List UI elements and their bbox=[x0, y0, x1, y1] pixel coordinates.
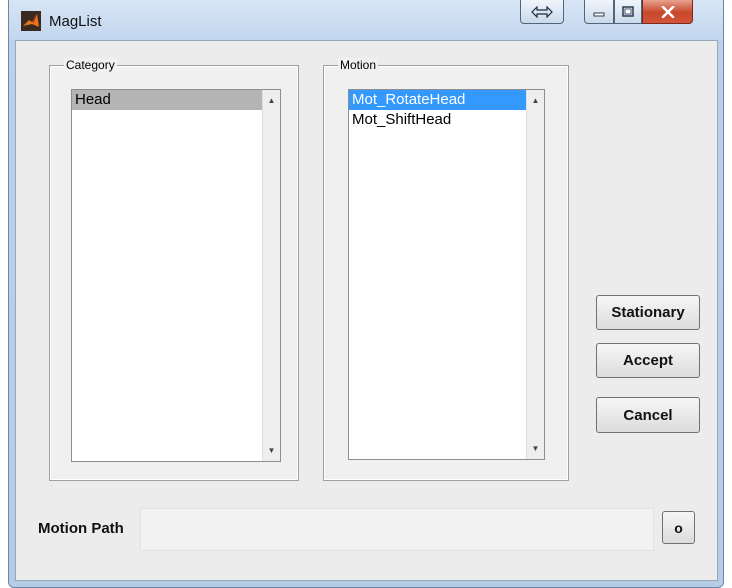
close-icon bbox=[661, 5, 674, 18]
close-button[interactable] bbox=[642, 0, 693, 24]
motion-item-rotatehead[interactable]: Mot_RotateHead bbox=[349, 90, 527, 110]
scroll-up-arrow-icon[interactable]: ▲ bbox=[263, 92, 280, 109]
dock-button[interactable] bbox=[520, 0, 564, 24]
maglist-window: MagList Category Head ▲ ▼ Motion Mot_Rot… bbox=[8, 0, 724, 588]
motion-scrollbar[interactable]: ▲ ▼ bbox=[526, 90, 544, 459]
client-area: Category Head ▲ ▼ Motion Mot_RotateHead … bbox=[15, 40, 718, 581]
motion-listbox[interactable]: Mot_RotateHead Mot_ShiftHead ▲ ▼ bbox=[348, 89, 545, 460]
motion-group: Motion Mot_RotateHead Mot_ShiftHead ▲ ▼ bbox=[323, 58, 569, 481]
motion-group-label: Motion bbox=[338, 58, 379, 72]
cancel-button[interactable]: Cancel bbox=[596, 397, 700, 433]
scroll-down-arrow-icon[interactable]: ▼ bbox=[527, 440, 544, 457]
scroll-up-arrow-icon[interactable]: ▲ bbox=[527, 92, 544, 109]
browse-button[interactable]: o bbox=[662, 511, 695, 544]
scroll-down-arrow-icon[interactable]: ▼ bbox=[263, 442, 280, 459]
category-group: Category Head ▲ ▼ bbox=[49, 58, 299, 481]
accept-button[interactable]: Accept bbox=[596, 343, 700, 378]
motion-item-shifthead[interactable]: Mot_ShiftHead bbox=[349, 110, 527, 130]
category-listbox[interactable]: Head ▲ ▼ bbox=[71, 89, 281, 462]
stationary-button[interactable]: Stationary bbox=[596, 295, 700, 330]
matlab-app-icon bbox=[21, 11, 41, 31]
category-group-label: Category bbox=[64, 58, 117, 72]
minimize-button[interactable] bbox=[584, 0, 614, 24]
window-title: MagList bbox=[49, 13, 102, 30]
minimize-icon bbox=[593, 12, 605, 16]
category-scrollbar[interactable]: ▲ ▼ bbox=[262, 90, 280, 461]
category-item-head[interactable]: Head bbox=[72, 90, 263, 110]
maximize-button[interactable] bbox=[614, 0, 642, 24]
title-bar[interactable]: MagList bbox=[9, 0, 723, 40]
maximize-icon bbox=[622, 6, 634, 17]
dock-arrows-icon bbox=[531, 5, 553, 18]
motion-path-field[interactable] bbox=[140, 508, 654, 551]
motion-path-label: Motion Path bbox=[38, 520, 124, 537]
